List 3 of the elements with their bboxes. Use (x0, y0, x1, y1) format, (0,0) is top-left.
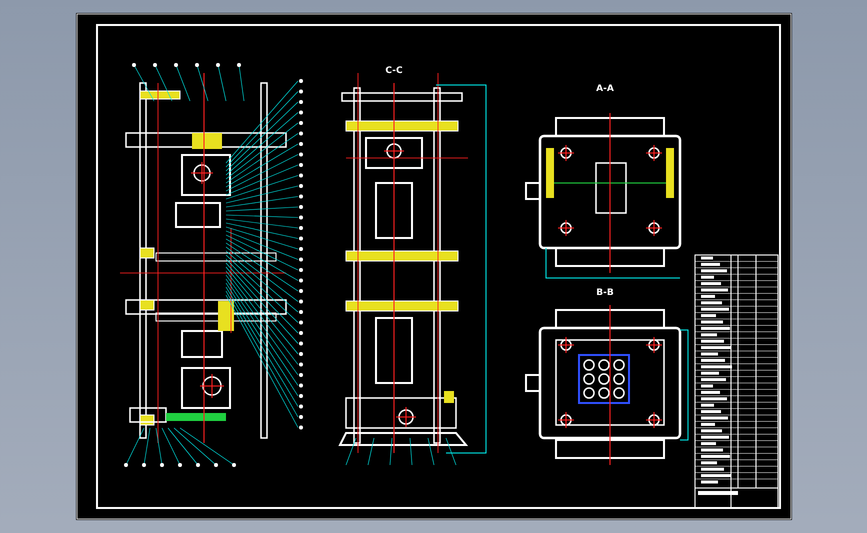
view-label: B-B (596, 288, 614, 298)
view-label: C-C (385, 66, 403, 76)
view-label: A-A (596, 84, 614, 94)
